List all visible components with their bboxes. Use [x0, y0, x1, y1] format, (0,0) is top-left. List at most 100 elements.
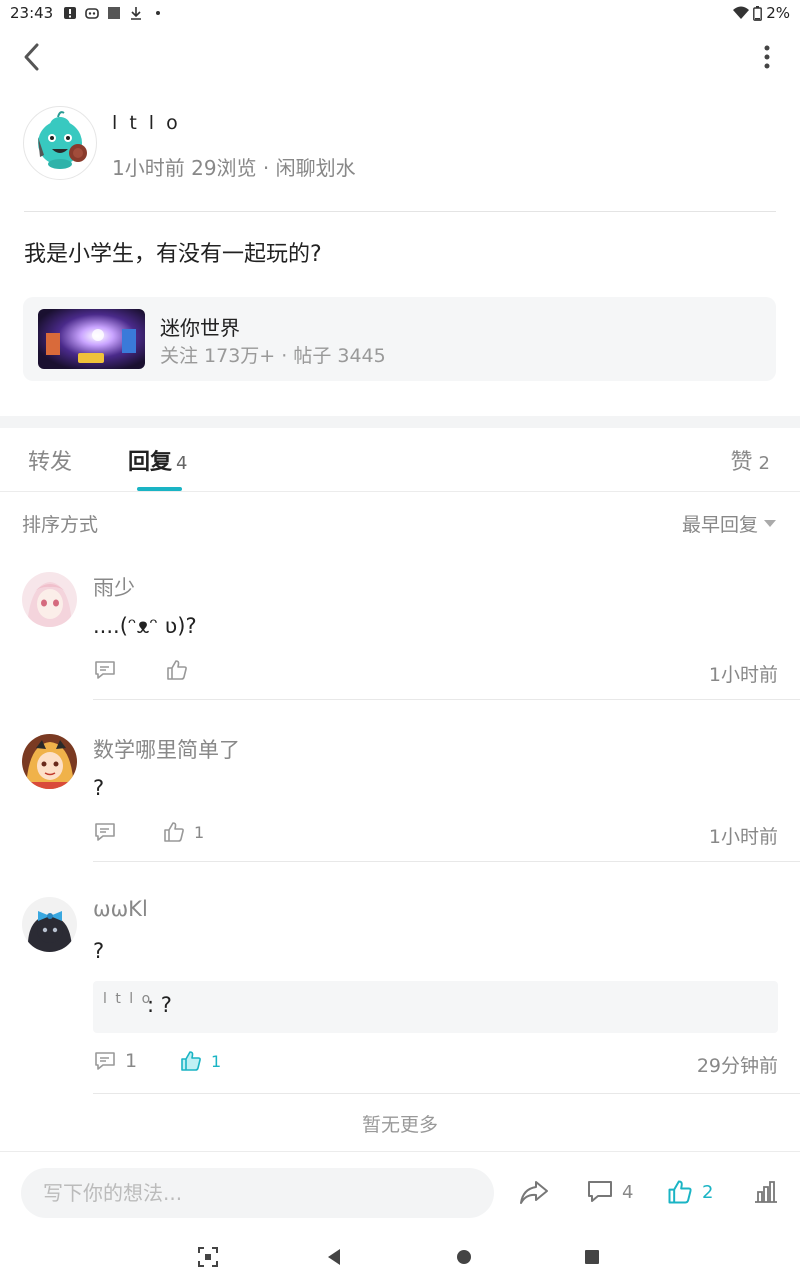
- thumb-up-icon: [181, 1051, 201, 1071]
- tab-forward[interactable]: 转发: [28, 444, 72, 476]
- thumb-up-icon: [164, 822, 184, 842]
- commenter-name[interactable]: 数学哪里简单了: [93, 734, 240, 764]
- comment-actions: 1小时前: [93, 658, 778, 688]
- commenter-avatar[interactable]: [22, 734, 77, 789]
- reply-button[interactable]: [93, 658, 125, 682]
- game-name: 迷你世界: [160, 316, 240, 340]
- comment-time: 1小时前: [708, 664, 778, 686]
- commenter-avatar[interactable]: [22, 897, 77, 952]
- comment-divider: [93, 861, 800, 862]
- game-controller-icon: [85, 8, 100, 19]
- commenter-name[interactable]: 雨少: [93, 572, 135, 602]
- sort-dropdown[interactable]: 最早回复: [682, 510, 776, 537]
- tab-like[interactable]: 赞2: [731, 444, 770, 476]
- top-bar: [0, 30, 800, 84]
- nav-back-icon[interactable]: [323, 1246, 345, 1268]
- game-stats: 关注 173万+ · 帖子 3445: [160, 345, 386, 367]
- author-avatar[interactable]: [23, 106, 97, 180]
- quote-author: l t l o: [103, 991, 153, 1007]
- game-card[interactable]: 迷你世界 关注 173万+ · 帖子 3445: [23, 297, 776, 381]
- no-more-label: 暂无更多: [361, 1114, 438, 1136]
- tab-reply-label: 回复: [128, 450, 173, 475]
- stats-icon: [755, 1181, 777, 1203]
- like-button[interactable]: 1: [162, 820, 204, 844]
- reply-button[interactable]: [93, 820, 125, 844]
- comment-icon: [95, 823, 115, 841]
- like-total: 2: [702, 1181, 714, 1203]
- comments-button[interactable]: 4: [586, 1178, 633, 1206]
- comment-item: ωωKl ? l t l o : ? 1 1 29分钟前: [0, 897, 800, 1094]
- comment-input[interactable]: [21, 1168, 494, 1218]
- tab-like-count: 2: [758, 453, 770, 474]
- reply-button[interactable]: 1: [93, 1049, 137, 1073]
- quote-text: : ?: [147, 993, 172, 1017]
- share-button[interactable]: [518, 1176, 550, 1208]
- comment-actions: 1 1 29分钟前: [93, 1049, 778, 1079]
- comment-text: ?: [93, 776, 105, 800]
- wifi-icon: [733, 6, 750, 19]
- nav-home-icon[interactable]: [453, 1246, 475, 1268]
- post-author: l t l o 1小时前 29浏览 · 闲聊划水: [23, 106, 783, 182]
- tab-forward-label: 转发: [28, 450, 73, 475]
- active-tab-indicator: [137, 487, 182, 491]
- sort-bar: 排序方式 最早回复: [0, 504, 800, 544]
- tab-reply[interactable]: 回复 4: [128, 444, 187, 476]
- screenshot-icon[interactable]: [197, 1246, 219, 1268]
- post-meta: 1小时前 29浏览 · 闲聊划水: [112, 152, 356, 181]
- like-button[interactable]: [165, 658, 197, 682]
- author-name[interactable]: l t l o: [112, 112, 181, 134]
- comment-item: 数学哪里简单了 ? 1 1小时前: [0, 734, 800, 862]
- reply-count: 1: [125, 1050, 138, 1072]
- game-thumbnail: [38, 309, 145, 369]
- battery-level: 2%: [766, 4, 790, 22]
- comment-text: ....(ᵔᴥᵔ ʋ)?: [93, 614, 197, 638]
- image-icon: [108, 7, 121, 19]
- post-board[interactable]: 闲聊划水: [276, 156, 356, 180]
- comment-actions: 1 1小时前: [93, 820, 778, 850]
- commenter-name[interactable]: ωωKl: [93, 897, 148, 921]
- comment-icon: [95, 1052, 115, 1070]
- commenter-avatar[interactable]: [22, 572, 77, 627]
- more-vertical-icon[interactable]: [760, 42, 774, 72]
- share-icon: [520, 1181, 548, 1204]
- like-post-button[interactable]: 2: [666, 1178, 713, 1206]
- comment-divider: [93, 699, 800, 700]
- tab-like-label: 赞: [730, 450, 753, 475]
- post-time: 1小时前: [112, 156, 185, 180]
- system-nav-bar: [0, 1234, 800, 1280]
- chevron-down-icon: [764, 520, 776, 527]
- post-views: 29浏览: [191, 156, 257, 180]
- nav-recents-icon[interactable]: [581, 1246, 603, 1268]
- comment-text: ?: [93, 939, 105, 963]
- comment-item: 雨少 ....(ᵔᴥᵔ ʋ)? 1小时前: [0, 572, 800, 700]
- bottom-action-bar: 4 2: [0, 1151, 800, 1233]
- comment-divider: [93, 1093, 800, 1094]
- back-arrow-icon[interactable]: [16, 40, 50, 74]
- battery-icon: [753, 5, 763, 21]
- download-icon: [131, 7, 142, 20]
- divider: [24, 211, 776, 212]
- thumb-up-icon: [167, 660, 187, 680]
- comment-total: 4: [622, 1181, 634, 1203]
- tab-reply-count: 4: [176, 453, 188, 474]
- status-time: 23:43: [10, 4, 54, 22]
- like-count: 1: [211, 1051, 222, 1071]
- like-button[interactable]: 1: [179, 1049, 221, 1073]
- sort-value: 最早回复: [681, 514, 758, 536]
- dot-icon: [156, 11, 161, 15]
- stats-button[interactable]: [752, 1178, 780, 1206]
- comment-time: 29分钟前: [696, 1055, 778, 1077]
- comment-icon: [95, 661, 115, 679]
- comment-icon: [588, 1181, 612, 1202]
- alert-icon: [64, 7, 77, 19]
- tab-bar: 转发 回复 4 赞2: [0, 428, 800, 492]
- sort-label: 排序方式: [22, 514, 99, 536]
- meta-separator: ·: [262, 156, 270, 180]
- reply-quote[interactable]: l t l o : ?: [93, 981, 778, 1033]
- post-content: 我是小学生，有没有一起玩的?: [24, 242, 322, 267]
- thumb-up-icon: [668, 1180, 692, 1204]
- comment-time: 1小时前: [708, 826, 778, 848]
- section-separator: [0, 416, 800, 428]
- status-bar: 23:43 2%: [0, 0, 800, 26]
- like-count: 1: [194, 822, 205, 842]
